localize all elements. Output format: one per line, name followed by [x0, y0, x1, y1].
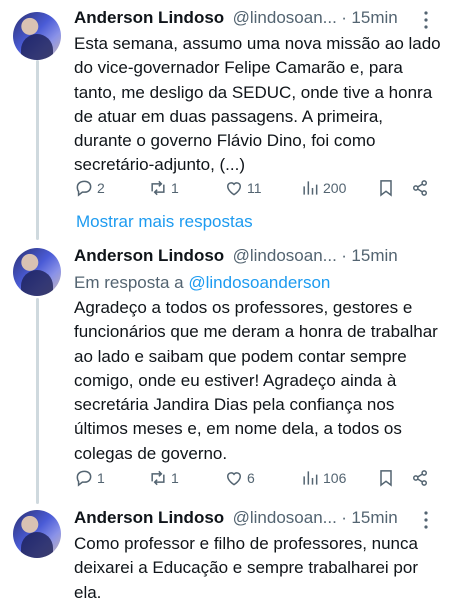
author-name[interactable]: Anderson Lindoso [74, 8, 224, 27]
tweet-text: Agradeço a todos os professores, gestore… [74, 298, 438, 463]
timestamp[interactable]: 15min [351, 8, 397, 27]
reply-button[interactable]: 1 [74, 466, 105, 490]
author-handle[interactable]: @lindosoan... [233, 246, 337, 265]
tweet[interactable]: Anderson Lindoso @lindosoan... · 15min C… [0, 508, 450, 602]
tweet-actions: 2 1 11 200 [74, 176, 436, 200]
retweet-icon [151, 180, 165, 196]
like-icon [226, 182, 242, 196]
tweet-actions: 1 1 6 106 [74, 466, 436, 490]
bookmark-button[interactable] [376, 176, 396, 200]
bookmark-icon [380, 470, 392, 487]
like-icon [226, 472, 242, 486]
bookmark-icon [380, 180, 392, 197]
tweet-text: Como professor e filho de professores, n… [74, 534, 418, 602]
tweet-text: Esta semana, assumo uma nova missão ao l… [74, 34, 441, 175]
retweet-icon [151, 470, 165, 486]
reply-count: 2 [97, 180, 105, 196]
retweet-button[interactable]: 1 [148, 466, 179, 490]
tweet-header: Anderson Lindoso @lindosoan... · 15min [74, 8, 436, 34]
reply-prefix: Em resposta a [74, 273, 184, 292]
more-icon[interactable] [416, 8, 436, 32]
retweet-button[interactable]: 1 [148, 176, 179, 200]
views-button[interactable]: 200 [300, 176, 346, 200]
reply-button[interactable]: 2 [74, 176, 105, 200]
share-icon [413, 470, 427, 486]
tweet-header: Anderson Lindoso @lindosoan... · 15min [74, 508, 436, 534]
share-button[interactable] [410, 466, 430, 490]
show-more-replies-link[interactable]: Mostrar mais respostas [76, 212, 253, 232]
share-button[interactable] [410, 176, 430, 200]
tweet[interactable]: Anderson Lindoso @lindosoan... · 15min E… [0, 246, 450, 496]
avatar[interactable] [13, 12, 61, 60]
reply-count: 1 [97, 470, 105, 486]
retweet-count: 1 [171, 180, 179, 196]
like-button[interactable]: 11 [224, 176, 262, 200]
author-name[interactable]: Anderson Lindoso [74, 246, 224, 265]
separator-dot: · [341, 508, 347, 527]
separator-dot: · [341, 246, 347, 265]
author-name[interactable]: Anderson Lindoso [74, 508, 224, 527]
avatar[interactable] [13, 510, 61, 558]
tweet-header: Anderson Lindoso @lindosoan... · 15min [74, 246, 436, 272]
views-count: 200 [323, 180, 347, 196]
bookmark-button[interactable] [376, 466, 396, 490]
tweet[interactable]: Anderson Lindoso @lindosoan... · 15min E… [0, 8, 450, 208]
more-icon[interactable] [416, 508, 436, 532]
like-count: 6 [247, 470, 255, 486]
like-button[interactable]: 6 [224, 466, 255, 490]
views-count: 106 [323, 470, 347, 486]
separator-dot: · [341, 8, 347, 27]
timestamp[interactable]: 15min [351, 246, 397, 265]
author-handle[interactable]: @lindosoan... [233, 8, 337, 27]
author-handle[interactable]: @lindosoan... [233, 508, 337, 527]
share-icon [413, 180, 427, 196]
avatar[interactable] [13, 248, 61, 296]
reply-icon [76, 180, 92, 197]
views-icon [303, 471, 318, 485]
like-count: 11 [247, 180, 262, 196]
reply-icon [76, 470, 92, 487]
views-icon [303, 181, 318, 195]
views-button[interactable]: 106 [300, 466, 346, 490]
retweet-count: 1 [171, 470, 179, 486]
reply-mention-link[interactable]: @lindosoanderson [188, 273, 330, 292]
reply-context: Em resposta a @lindosoanderson [74, 273, 330, 293]
timestamp[interactable]: 15min [351, 508, 397, 527]
